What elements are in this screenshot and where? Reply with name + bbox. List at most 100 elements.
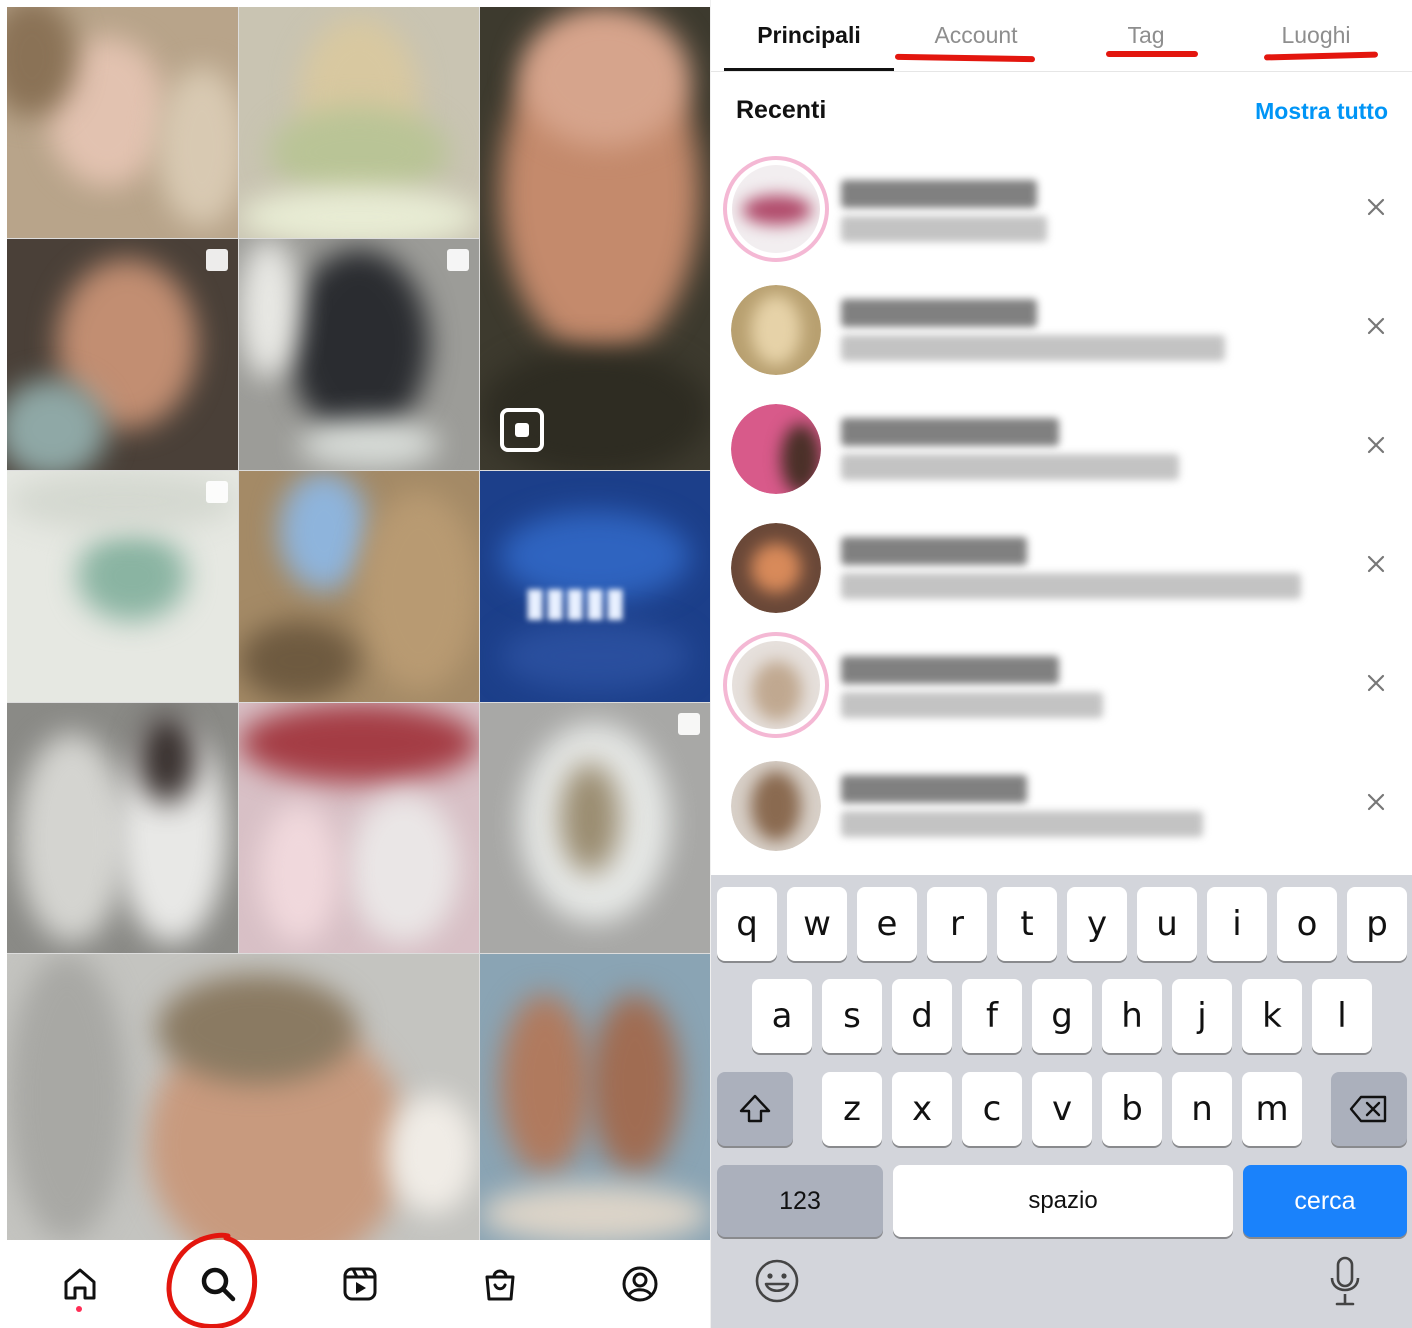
key-k[interactable]: k — [1242, 979, 1302, 1053]
grid-post[interactable] — [239, 7, 479, 238]
key-e[interactable]: e — [857, 887, 917, 961]
shift-key[interactable] — [717, 1072, 793, 1146]
fullname-blurred — [841, 573, 1301, 599]
annotation-underline — [894, 53, 1036, 63]
grid-post[interactable] — [239, 471, 479, 702]
grid-post[interactable] — [239, 703, 479, 953]
backspace-key[interactable] — [1331, 1072, 1407, 1146]
grid-post[interactable] — [480, 703, 710, 953]
close-icon[interactable] — [1361, 192, 1391, 222]
recent-item[interactable] — [711, 747, 1412, 865]
key-a[interactable]: a — [752, 979, 812, 1053]
search-tabs: Principali Account Tag Luoghi — [711, 0, 1412, 72]
tab-principali[interactable]: Principali — [724, 22, 894, 49]
show-all-link[interactable]: Mostra tutto — [1255, 98, 1388, 125]
search-return-key[interactable]: cerca — [1243, 1165, 1407, 1237]
avatar — [731, 404, 821, 494]
key-n[interactable]: n — [1172, 1072, 1232, 1146]
avatar — [723, 632, 829, 738]
key-h[interactable]: h — [1102, 979, 1162, 1053]
recent-item[interactable] — [711, 628, 1412, 746]
annotation-circle — [166, 1232, 258, 1328]
annotation-underline — [1263, 51, 1379, 61]
reels-icon[interactable] — [338, 1262, 382, 1306]
key-s[interactable]: s — [822, 979, 882, 1053]
carousel-icon — [447, 249, 469, 271]
carousel-icon — [678, 713, 700, 735]
tab-tag[interactable]: Tag — [1096, 22, 1196, 49]
grid-post[interactable] — [239, 239, 479, 470]
explore-pane: ▮▮▮▮▮ — [0, 0, 710, 1328]
notification-dot — [76, 1306, 82, 1312]
key-q[interactable]: q — [717, 887, 777, 961]
explore-grid: ▮▮▮▮▮ — [7, 7, 710, 1240]
carousel-icon — [206, 481, 228, 503]
key-f[interactable]: f — [962, 979, 1022, 1053]
avatar — [731, 523, 821, 613]
shop-icon[interactable] — [478, 1262, 522, 1306]
key-j[interactable]: j — [1172, 979, 1232, 1053]
recent-item[interactable] — [711, 152, 1412, 270]
recent-title: Recenti — [736, 96, 827, 124]
key-r[interactable]: r — [927, 887, 987, 961]
grid-post[interactable] — [7, 954, 479, 1240]
recent-item[interactable] — [711, 271, 1412, 389]
username-blurred — [841, 418, 1059, 446]
fullname-blurred — [841, 692, 1103, 718]
key-d[interactable]: d — [892, 979, 952, 1053]
username-blurred — [841, 656, 1059, 684]
on-screen-keyboard: q w e r t y u i o p a s d f g h j k l z … — [711, 875, 1412, 1328]
username-blurred — [841, 180, 1037, 208]
close-icon[interactable] — [1361, 787, 1391, 817]
avatar — [723, 156, 829, 262]
key-w[interactable]: w — [787, 887, 847, 961]
reel-icon — [500, 408, 544, 452]
close-icon[interactable] — [1361, 430, 1391, 460]
grid-post[interactable] — [480, 954, 710, 1240]
close-icon[interactable] — [1361, 668, 1391, 698]
shift-icon — [739, 1094, 771, 1123]
home-icon[interactable] — [58, 1262, 102, 1306]
key-c[interactable]: c — [962, 1072, 1022, 1146]
search-pane: Principali Account Tag Luoghi Recenti Mo… — [710, 0, 1412, 1328]
numbers-key[interactable]: 123 — [717, 1165, 883, 1237]
key-o[interactable]: o — [1277, 887, 1337, 961]
grid-post[interactable] — [480, 7, 710, 470]
username-blurred — [841, 775, 1027, 803]
key-p[interactable]: p — [1347, 887, 1407, 961]
grid-post[interactable]: ▮▮▮▮▮ — [480, 471, 710, 702]
key-b[interactable]: b — [1102, 1072, 1162, 1146]
key-m[interactable]: m — [1242, 1072, 1302, 1146]
key-g[interactable]: g — [1032, 979, 1092, 1053]
avatar — [731, 285, 821, 375]
active-tab-indicator — [724, 68, 894, 71]
recent-item[interactable] — [711, 509, 1412, 627]
grid-post[interactable] — [7, 7, 238, 238]
key-u[interactable]: u — [1137, 887, 1197, 961]
microphone-icon[interactable] — [1323, 1255, 1367, 1309]
key-i[interactable]: i — [1207, 887, 1267, 961]
grid-post[interactable] — [7, 239, 238, 470]
emoji-icon[interactable] — [753, 1257, 801, 1305]
key-x[interactable]: x — [892, 1072, 952, 1146]
fullname-blurred — [841, 335, 1225, 361]
close-icon[interactable] — [1361, 311, 1391, 341]
key-t[interactable]: t — [997, 887, 1057, 961]
key-z[interactable]: z — [822, 1072, 882, 1146]
key-y[interactable]: y — [1067, 887, 1127, 961]
key-v[interactable]: v — [1032, 1072, 1092, 1146]
fullname-blurred — [841, 216, 1047, 242]
grid-post[interactable] — [7, 471, 238, 702]
tab-luoghi[interactable]: Luoghi — [1256, 22, 1376, 49]
profile-icon[interactable] — [618, 1262, 662, 1306]
username-blurred — [841, 537, 1027, 565]
space-key[interactable]: spazio — [893, 1165, 1233, 1237]
backspace-icon — [1349, 1095, 1387, 1123]
key-l[interactable]: l — [1312, 979, 1372, 1053]
recent-item[interactable] — [711, 390, 1412, 508]
tab-account[interactable]: Account — [896, 22, 1056, 49]
grid-post[interactable] — [7, 703, 238, 953]
close-icon[interactable] — [1361, 549, 1391, 579]
annotation-underline — [1106, 51, 1198, 57]
username-blurred — [841, 299, 1037, 327]
